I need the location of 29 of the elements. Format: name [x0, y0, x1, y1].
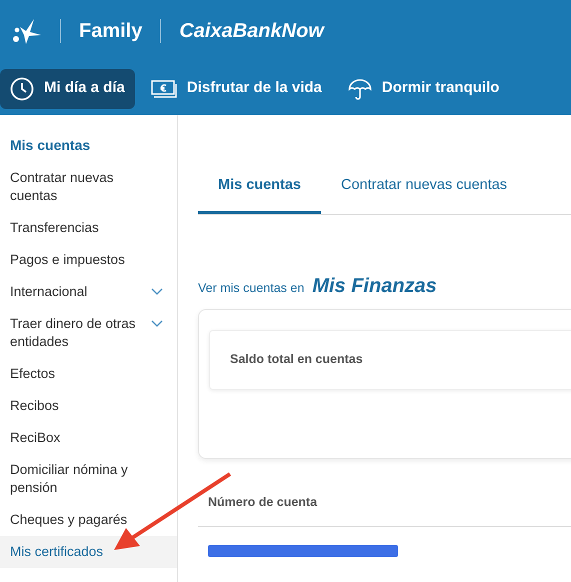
clock-icon [10, 76, 34, 100]
sidebar-item[interactable]: Internacional [0, 276, 177, 308]
finanzas-label: Ver mis cuentas en [198, 280, 304, 297]
tab[interactable]: Contratar nuevas cuentas [321, 169, 528, 214]
sidebar-item[interactable]: Efectos [0, 358, 177, 390]
sidebar-item[interactable]: Recibos [0, 390, 177, 422]
sidebar-item[interactable]: Mis certificados [0, 536, 177, 568]
finanzas-link[interactable]: Mis Finanzas [312, 270, 437, 301]
column-header: Número de cuenta [198, 492, 571, 526]
nav-tab[interactable]: Disfrutar de la vida [140, 68, 332, 108]
sidebar-item[interactable]: ReciBox [0, 422, 177, 454]
sidebar-item[interactable]: Pagos e impuestos [0, 244, 177, 276]
nav-tab[interactable]: Dormir tranquilo [338, 68, 510, 108]
sidebar-item[interactable]: Cheques y pagarés [0, 504, 177, 536]
umbrella-icon [348, 76, 372, 100]
chevron-down-icon [151, 320, 163, 327]
logo-icon[interactable] [12, 17, 42, 45]
sidebar-heading: Mis cuentas [9, 136, 92, 155]
balance-title: Saldo total en cuentas [209, 330, 571, 390]
sidebar-item[interactable]: Transferencias [0, 212, 177, 244]
chevron-down-icon [151, 288, 163, 295]
brand-name: Family [79, 19, 142, 44]
sidebar-item[interactable]: Contratar nuevas cuentas [0, 162, 177, 212]
sidebar-item[interactable]: Domiciliar nómina y pensión [0, 454, 177, 504]
tab[interactable]: Mis cuentas [198, 169, 321, 214]
sidebar-item[interactable]: Traer dinero de otras entidades [0, 308, 177, 358]
banknote-icon [150, 80, 177, 98]
nav-tab[interactable]: Mi día a día [0, 68, 135, 108]
brand-name: CaixaBankNow [179, 19, 324, 44]
